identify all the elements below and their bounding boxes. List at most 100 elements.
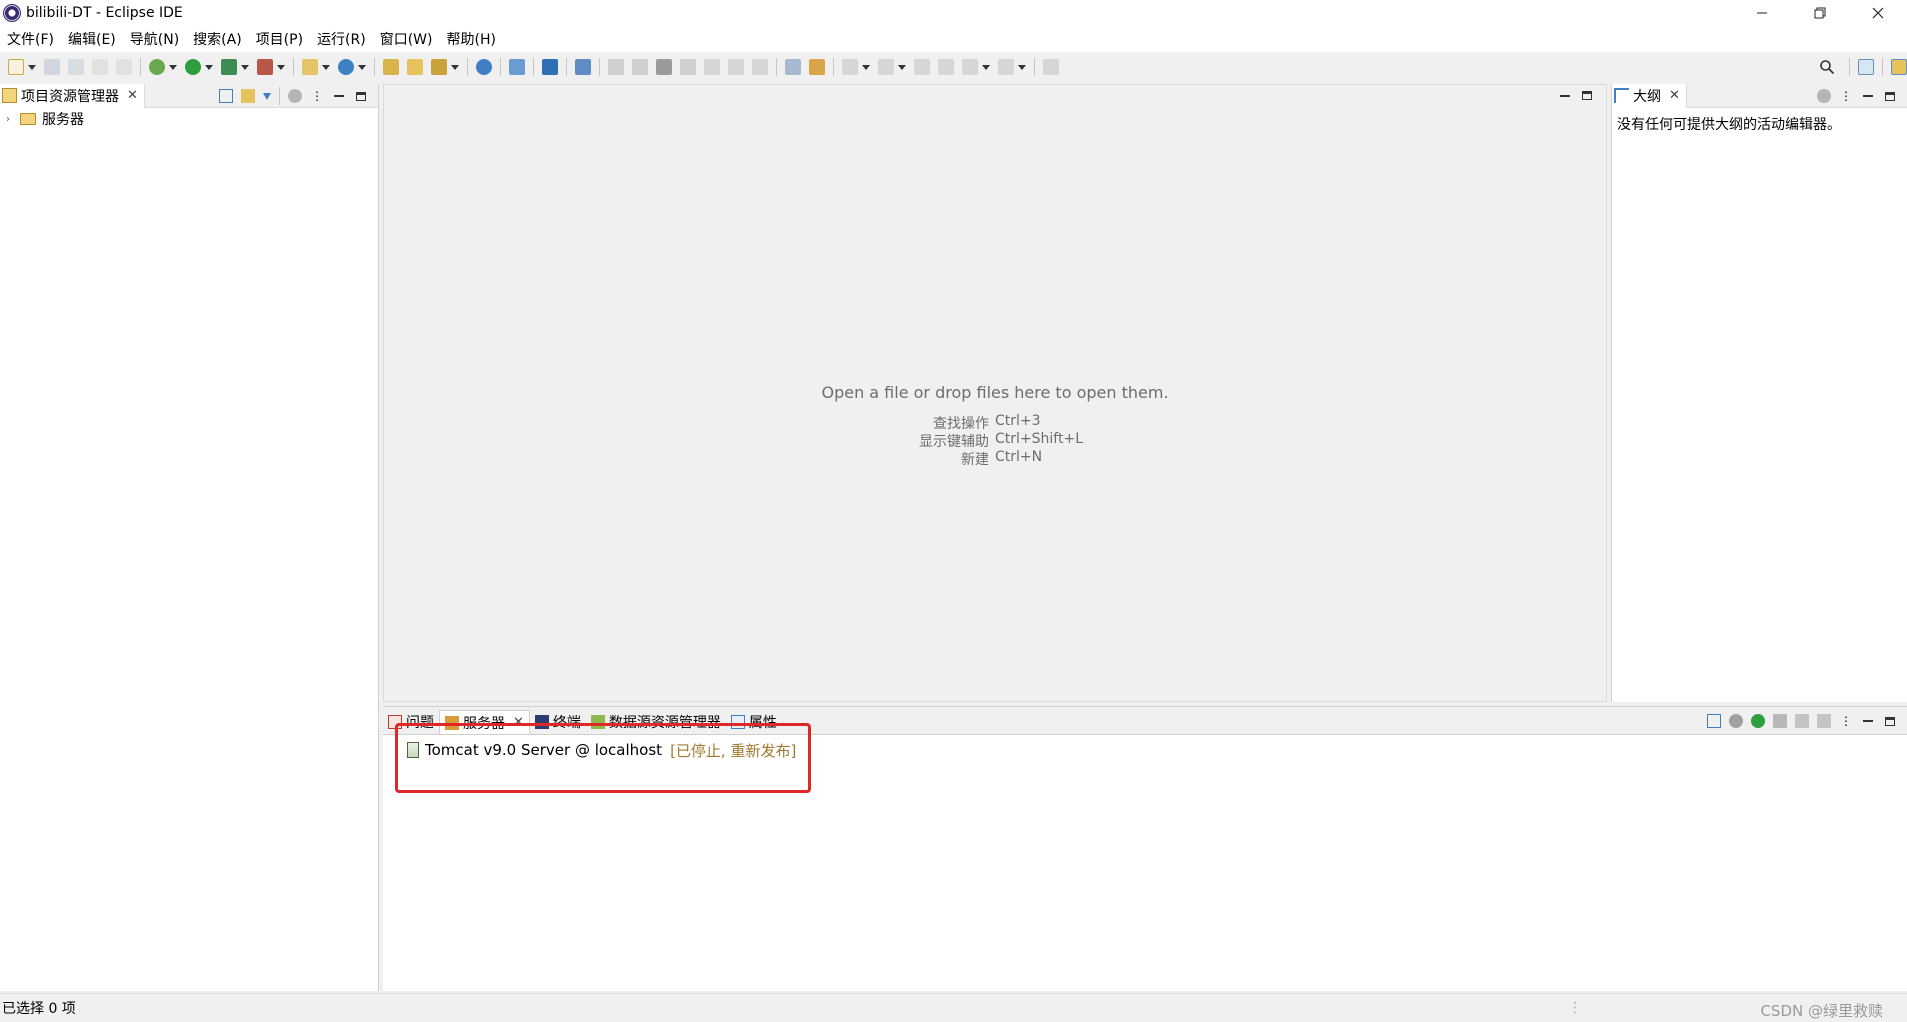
publish-server-icon[interactable] — [1817, 714, 1831, 728]
previous-annotation-icon[interactable] — [878, 59, 894, 75]
maximize-view-icon[interactable] — [356, 91, 366, 101]
menu-project[interactable]: 项目(P) — [249, 29, 310, 49]
menu-search[interactable]: 搜索(A) — [186, 29, 249, 49]
web-browser-icon[interactable] — [476, 59, 492, 75]
maximize-editor-icon[interactable] — [1582, 91, 1592, 100]
search-icon[interactable] — [1819, 59, 1835, 75]
suspend-icon[interactable] — [632, 59, 648, 75]
back-icon[interactable] — [938, 59, 954, 75]
focus-icon[interactable] — [288, 89, 302, 103]
close-button[interactable] — [1849, 0, 1907, 26]
external-tools-dropdown-icon[interactable] — [277, 64, 285, 70]
filter-icon[interactable] — [263, 92, 271, 100]
menu-file[interactable]: 文件(F) — [0, 29, 61, 49]
open-type-icon[interactable] — [383, 59, 399, 75]
step-return-icon[interactable] — [752, 59, 768, 75]
minimize-view-icon[interactable] — [1863, 720, 1873, 722]
save-all-icon[interactable] — [68, 59, 84, 75]
debug-dropdown-icon[interactable] — [169, 64, 177, 70]
undo-icon[interactable] — [92, 59, 108, 75]
next-annotation-dropdown-icon[interactable] — [862, 64, 870, 70]
next-annotation-icon[interactable] — [842, 59, 858, 75]
menu-help[interactable]: 帮助(H) — [440, 29, 503, 49]
close-tab-icon[interactable]: ✕ — [127, 88, 138, 103]
open-perspective-icon[interactable] — [1858, 59, 1874, 75]
open-task-dropdown-icon[interactable] — [451, 64, 459, 70]
history-back-icon[interactable] — [962, 59, 978, 75]
new-java-class-icon[interactable] — [338, 59, 354, 75]
server-list-item[interactable]: Tomcat v9.0 Server @ localhost [已停止, 重新发… — [407, 739, 796, 761]
chevron-right-icon[interactable]: › — [6, 114, 20, 125]
coverage-dropdown-icon[interactable] — [241, 64, 249, 70]
last-edit-icon[interactable] — [914, 59, 930, 75]
minimize-editor-icon[interactable] — [1560, 94, 1570, 97]
pin-editor-icon[interactable] — [1043, 59, 1059, 75]
terminate-icon[interactable] — [656, 59, 672, 75]
java-ee-perspective-icon[interactable] — [1891, 59, 1907, 75]
restore-button[interactable] — [1791, 0, 1849, 26]
run-icon[interactable] — [185, 59, 201, 75]
tab-data-source-explorer[interactable]: 数据源资源管理器 — [586, 710, 726, 734]
tab-outline[interactable]: 大纲 ✕ — [1612, 83, 1687, 108]
mark-occurrences-icon[interactable] — [575, 59, 591, 75]
toolbar-divider — [776, 58, 777, 76]
new-class-dropdown-icon[interactable] — [358, 64, 366, 70]
tab-terminal[interactable]: 终端 — [530, 710, 586, 734]
forward-icon[interactable] — [998, 59, 1014, 75]
toggle-breadcrumb-icon[interactable] — [542, 59, 558, 75]
menu-run[interactable]: 运行(R) — [310, 29, 373, 49]
close-tab-icon[interactable]: ✕ — [1669, 88, 1680, 103]
save-icon[interactable] — [44, 59, 60, 75]
tree-item-servers[interactable]: › 服务器 — [0, 108, 378, 130]
menu-navigate[interactable]: 导航(N) — [123, 29, 186, 49]
external-tools-icon[interactable] — [257, 59, 273, 75]
tab-properties[interactable]: 属性 — [726, 710, 782, 734]
minimize-view-icon[interactable] — [1863, 95, 1873, 97]
redo-icon[interactable] — [116, 59, 132, 75]
menu-window[interactable]: 窗口(W) — [373, 29, 440, 49]
view-menu-icon[interactable]: ⋮ — [1839, 89, 1853, 103]
step-into-icon[interactable] — [704, 59, 720, 75]
profile-server-icon[interactable] — [1773, 714, 1787, 728]
collapse-all-icon[interactable] — [219, 89, 233, 103]
debug-server-icon[interactable] — [1729, 714, 1743, 728]
link-with-editor-icon[interactable] — [241, 89, 255, 103]
resume-icon[interactable] — [608, 59, 624, 75]
back-dropdown-icon[interactable] — [982, 64, 990, 70]
maximize-view-icon[interactable] — [1885, 716, 1895, 726]
use-step-filters-icon[interactable] — [785, 59, 801, 75]
new-dropdown-icon[interactable] — [28, 64, 36, 70]
outline-icon — [1614, 88, 1629, 103]
toggle-ant-editor-icon[interactable] — [809, 59, 825, 75]
new-server-icon[interactable] — [302, 59, 318, 75]
search-icon[interactable] — [509, 59, 525, 75]
open-folder-icon[interactable] — [407, 59, 423, 75]
maximize-view-icon[interactable] — [1885, 91, 1895, 101]
status-text: 已选择 0 项 — [2, 1001, 76, 1017]
start-server-icon[interactable] — [1751, 714, 1765, 728]
open-task-icon[interactable] — [431, 59, 447, 75]
close-tab-icon[interactable]: ✕ — [513, 715, 524, 730]
new-icon[interactable] — [8, 59, 24, 75]
menu-edit[interactable]: 编辑(E) — [61, 29, 123, 49]
tab-problems[interactable]: 问题 — [383, 710, 439, 734]
editor-area[interactable]: Open a file or drop files here to open t… — [383, 84, 1607, 702]
focus-icon[interactable] — [1817, 89, 1831, 103]
debug-icon[interactable] — [149, 59, 165, 75]
disconnect-icon[interactable] — [680, 59, 696, 75]
collapse-all-icon[interactable] — [1707, 714, 1721, 728]
tab-servers[interactable]: 服务器 ✕ — [439, 710, 530, 734]
minimize-view-icon[interactable] — [334, 95, 344, 97]
step-over-icon[interactable] — [728, 59, 744, 75]
previous-annotation-dropdown-icon[interactable] — [898, 64, 906, 70]
stop-server-icon[interactable] — [1795, 714, 1809, 728]
coverage-icon[interactable] — [221, 59, 237, 75]
view-menu-icon[interactable]: ⋮ — [1839, 714, 1853, 728]
new-server-dropdown-icon[interactable] — [322, 64, 330, 70]
view-menu-icon[interactable]: ⋮ — [310, 89, 324, 103]
run-dropdown-icon[interactable] — [205, 64, 213, 70]
shortcut-label: 新建 — [961, 452, 989, 468]
tab-project-explorer[interactable]: 项目资源管理器 ✕ — [0, 83, 145, 108]
minimize-button[interactable] — [1733, 0, 1791, 26]
forward-dropdown-icon[interactable] — [1018, 64, 1026, 70]
